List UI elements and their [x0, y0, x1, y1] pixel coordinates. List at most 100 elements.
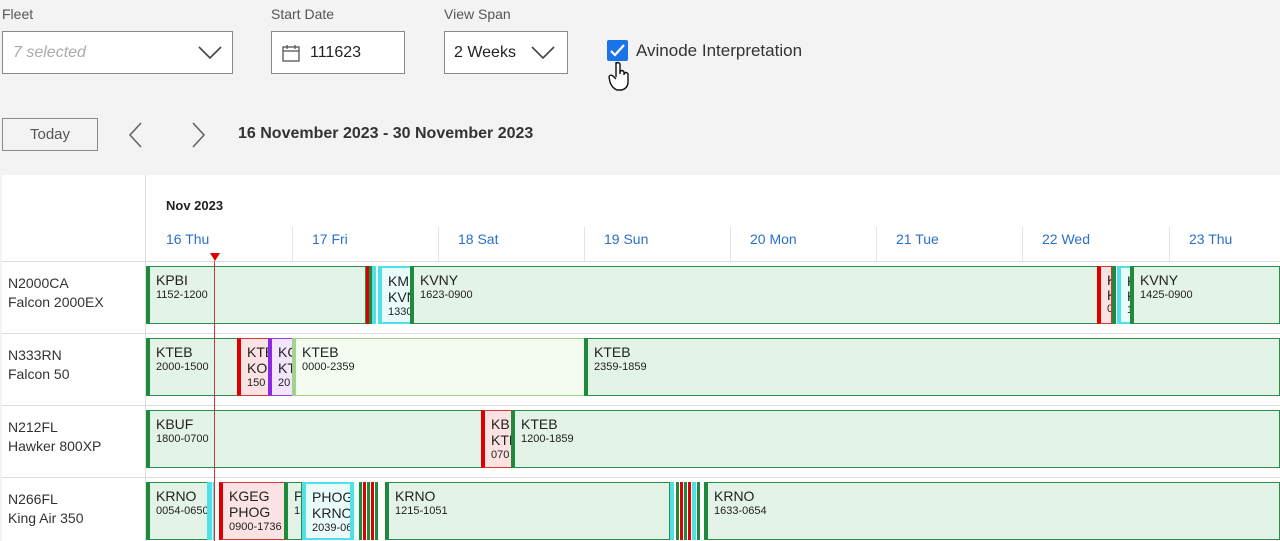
trip-airport: KRNO: [395, 488, 436, 504]
day-header: 17 Fri: [312, 231, 348, 247]
trip-bar[interactable]: PHOG KRNO 2039-06: [302, 482, 352, 540]
event-marker[interactable]: [692, 482, 696, 540]
trip-bar[interactable]: KTEKO150: [237, 338, 269, 396]
event-marker[interactable]: [676, 482, 679, 540]
checkmark-icon: [610, 44, 625, 57]
trip-time: 1800-0700: [156, 433, 209, 445]
event-marker[interactable]: [367, 482, 370, 540]
trip-airport: P: [294, 488, 301, 504]
current-time-line: [214, 261, 215, 541]
day-header: 20 Mon: [750, 231, 797, 247]
trip-time: 070: [491, 449, 510, 461]
fleet-select-placeholder: 7 selected: [13, 44, 86, 61]
trip-time: 1633-0654: [714, 505, 767, 517]
trip-time: 2359-1859: [594, 361, 647, 373]
day-header: 18 Sat: [458, 231, 499, 247]
trip-airport: KRNO: [156, 488, 197, 504]
event-marker[interactable]: [359, 482, 362, 540]
event-marker[interactable]: [688, 482, 691, 540]
trip-bar[interactable]: KVNY 1623-0900: [410, 266, 1098, 324]
trip-time: 2000-1500: [156, 361, 209, 373]
trip-bar[interactable]: KBUF 1800-0700: [146, 410, 482, 468]
trip-time: 150: [247, 377, 266, 389]
fleet-label: Fleet: [2, 6, 34, 22]
trip-airport: KTEB: [594, 344, 631, 360]
aircraft-type: King Air 350: [8, 510, 84, 526]
event-marker[interactable]: [697, 482, 700, 540]
trip-airport: K: [1107, 272, 1111, 288]
trip-bar[interactable]: KVNY 1425-0900: [1130, 266, 1280, 324]
event-marker[interactable]: [670, 482, 674, 540]
tail-number: N266FL: [8, 491, 58, 507]
trip-bar[interactable]: KBKTE070: [481, 410, 512, 468]
trip-airport: KVN: [388, 289, 410, 305]
aircraft-type: Falcon 2000EX: [8, 294, 104, 310]
aircraft-row-label: N212FL Hawker 800XP: [8, 418, 101, 456]
trip-bar[interactable]: KTEB 0000-2359: [292, 338, 585, 396]
next-arrow-icon[interactable]: [186, 122, 210, 148]
view-span-value: 2 Weeks: [454, 44, 516, 61]
avinode-checkbox-label[interactable]: Avinode Interpretation: [636, 41, 802, 61]
trip-airport: KTEB: [302, 344, 339, 360]
trip-bar[interactable]: KGEG PHOG 0900-1736: [219, 482, 285, 540]
trip-airport: KTEB: [521, 416, 558, 432]
trip-airport: KC: [278, 344, 292, 360]
fleet-select[interactable]: 7 selected: [2, 31, 233, 74]
trip-time: 0000-2359: [302, 361, 355, 373]
calendar-icon: [282, 45, 300, 62]
trip-time: 0054-0650: [156, 505, 208, 517]
trip-bar[interactable]: KRNO 1633-0654: [704, 482, 1280, 540]
trip-bar[interactable]: KCKT20: [268, 338, 293, 396]
trip-time: 1152-1200: [156, 289, 208, 301]
tail-number: N2000CA: [8, 275, 69, 291]
day-header: 22 Wed: [1042, 231, 1090, 247]
trip-bar[interactable]: KTEB 1200-1859: [511, 410, 1280, 468]
trip-airport: KTEB: [156, 344, 193, 360]
event-marker[interactable]: [372, 266, 376, 324]
event-marker[interactable]: [207, 482, 212, 540]
event-marker[interactable]: [352, 482, 359, 540]
trip-airport: PHOG: [312, 489, 352, 505]
event-marker[interactable]: [363, 482, 366, 540]
event-marker[interactable]: [1112, 266, 1116, 324]
trip-time: 1623-0900: [420, 289, 473, 301]
trip-bar[interactable]: P17: [284, 482, 302, 540]
trip-airport: PHOG: [229, 504, 271, 520]
trip-bar[interactable]: KRNO 0054-0650: [146, 482, 208, 540]
event-marker[interactable]: [680, 482, 683, 540]
trip-bar[interactable]: KMIKVN1330: [378, 266, 412, 324]
trip-time: 1425-0900: [1140, 289, 1193, 301]
trip-bar[interactable]: KK0: [1097, 266, 1112, 324]
trip-bar[interactable]: KPBI 1152-1200: [146, 266, 366, 324]
trip-airport: KB: [491, 416, 510, 432]
aircraft-row-label: N266FL King Air 350: [8, 490, 84, 528]
avinode-checkbox[interactable]: [607, 40, 628, 61]
today-button[interactable]: Today: [2, 118, 98, 151]
trip-bar[interactable]: KTEB 2000-1500: [146, 338, 238, 396]
event-marker[interactable]: [684, 482, 687, 540]
trip-airport: KBUF: [156, 416, 194, 432]
trip-airport: KRNO: [312, 505, 352, 521]
trip-bar[interactable]: KRNO 1215-1051: [385, 482, 670, 540]
trip-airport: KPBI: [156, 272, 188, 288]
trip-airport: KT: [278, 360, 292, 376]
chevron-down-icon: [198, 46, 222, 60]
event-marker[interactable]: [375, 482, 378, 540]
trip-airport: KTE: [491, 432, 511, 448]
trip-time: 1330: [388, 306, 412, 318]
day-header: 21 Tue: [896, 231, 939, 247]
trip-time: 0900-1736: [229, 521, 282, 533]
start-date-input[interactable]: 111623: [271, 31, 405, 74]
trip-airport: KGEG: [229, 488, 270, 504]
previous-arrow-icon[interactable]: [124, 122, 148, 148]
tail-number: N212FL: [8, 419, 58, 435]
view-span-select[interactable]: 2 Weeks: [444, 31, 568, 74]
start-date-label: Start Date: [271, 6, 335, 22]
event-marker[interactable]: [371, 482, 374, 540]
trip-airport: KO: [247, 360, 268, 376]
current-time-marker-icon: [210, 253, 220, 261]
trip-bar[interactable]: KTEB 2359-1859: [584, 338, 1280, 396]
trip-airport: KRNO: [714, 488, 755, 504]
trip-airport: KVNY: [420, 272, 459, 288]
day-header: 16 Thu: [166, 231, 210, 247]
